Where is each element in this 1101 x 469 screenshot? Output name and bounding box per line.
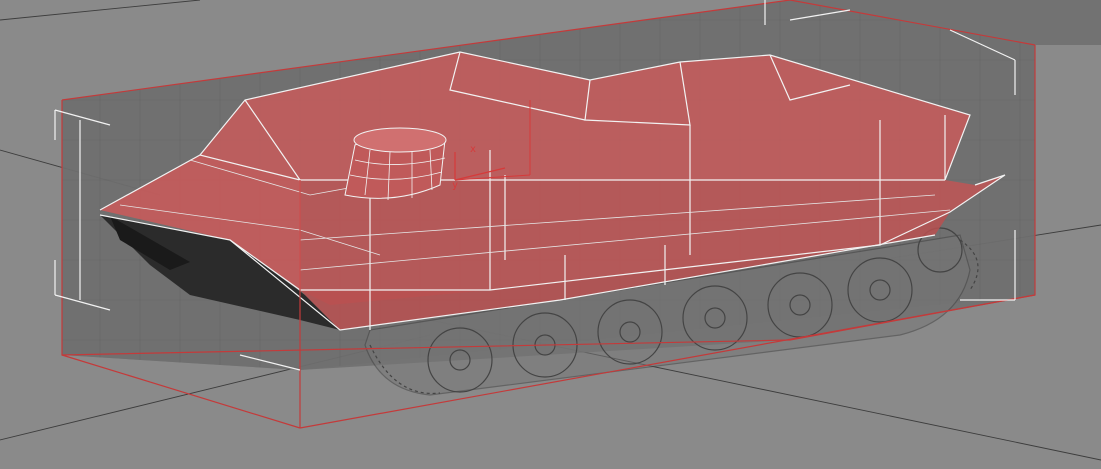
3d-viewport[interactable]: x y: [0, 0, 1101, 469]
gizmo-y-label: y: [452, 180, 458, 191]
gizmo-x-label: x: [470, 144, 476, 155]
cupola[interactable]: [344, 127, 447, 201]
